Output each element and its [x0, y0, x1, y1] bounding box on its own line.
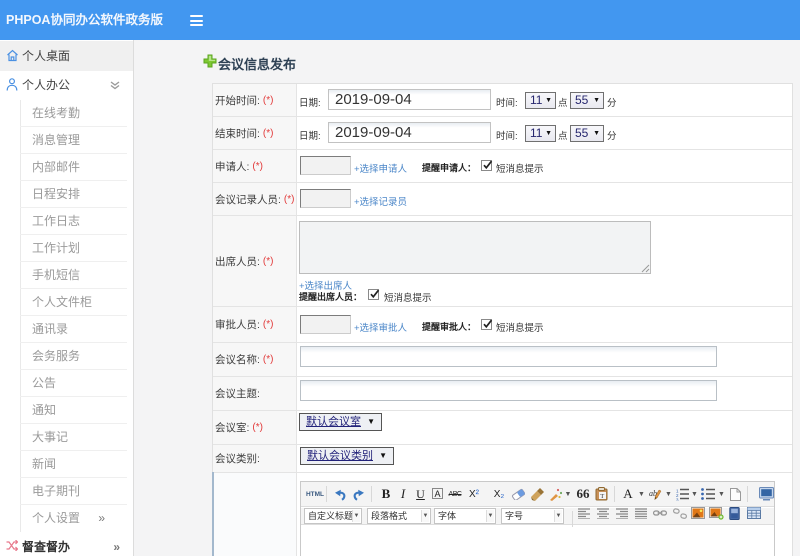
- svg-text:3: 3: [676, 497, 679, 501]
- svg-text:T: T: [600, 493, 604, 500]
